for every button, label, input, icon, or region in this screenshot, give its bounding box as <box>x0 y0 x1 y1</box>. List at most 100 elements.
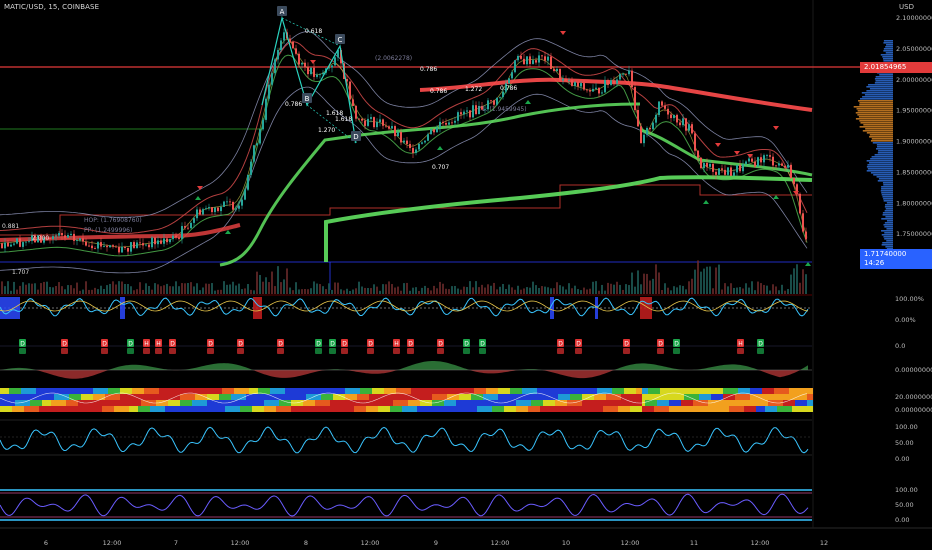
candle-body <box>598 87 600 94</box>
volume-bar <box>130 286 132 294</box>
candle-body <box>637 110 639 127</box>
heatmap-cell <box>288 394 291 400</box>
candle-body <box>559 68 561 81</box>
heatmap-cell <box>69 388 72 394</box>
heatmap-cell <box>807 388 810 394</box>
heatmap-cell <box>798 388 801 394</box>
heatmap-cell <box>306 388 309 394</box>
heatmap-cell <box>771 400 774 406</box>
volume-bar <box>127 284 129 294</box>
heatmap-cell <box>54 400 57 406</box>
heatmap-cell <box>96 388 99 394</box>
heatmap-cell <box>366 394 369 400</box>
heatmap-cell <box>717 388 720 394</box>
volume-bar <box>727 286 729 294</box>
volume-bar <box>220 289 222 294</box>
heatmap-cell <box>669 400 672 406</box>
heatmap-cell <box>636 388 639 394</box>
heatmap-cell <box>3 400 6 406</box>
candle-body <box>205 208 207 210</box>
candle-body <box>385 125 387 127</box>
signal-marker-box-small <box>437 348 444 354</box>
candle-body <box>409 143 411 149</box>
volume-bar <box>505 288 507 294</box>
heatmap-cell <box>648 388 651 394</box>
heatmap-cell <box>714 388 717 394</box>
heatmap-cell <box>51 400 54 406</box>
heatmap-cell <box>558 394 561 400</box>
heatmap-cell <box>729 394 732 400</box>
candle-body <box>304 62 306 68</box>
heatmap-cell <box>777 388 780 394</box>
level-label: (2.0062278) <box>375 55 412 62</box>
volume-bar <box>166 283 168 294</box>
heatmap-cell <box>582 406 585 412</box>
heatmap-cell <box>27 406 30 412</box>
candle-body <box>169 239 171 243</box>
volume-bar <box>196 283 198 294</box>
volume-bar <box>415 287 417 294</box>
fib-ratio-label: 0.786 <box>285 101 302 108</box>
heatmap-cell <box>84 406 87 412</box>
heatmap-cell <box>672 394 675 400</box>
volume-profile-bar <box>859 120 893 122</box>
volume-bar <box>787 288 789 294</box>
heatmap-cell <box>726 388 729 394</box>
heatmap-cell <box>576 400 579 406</box>
candle-body <box>706 162 708 167</box>
heatmap-cell <box>135 400 138 406</box>
heatmap-cell <box>699 400 702 406</box>
heatmap-cell <box>471 406 474 412</box>
heatmap-cell <box>420 394 423 400</box>
volume-bar <box>43 281 45 294</box>
candle-body <box>523 58 525 65</box>
heatmap-cell <box>804 388 807 394</box>
heatmap-cell <box>765 388 768 394</box>
candle-body <box>361 118 363 121</box>
volume-bar <box>544 286 546 294</box>
heatmap-cell <box>9 400 12 406</box>
heatmap-cell <box>108 400 111 406</box>
heatmap-cell <box>702 406 705 412</box>
volume-profile-bar <box>886 44 893 46</box>
volume-bar <box>718 264 720 294</box>
heatmap-cell <box>537 406 540 412</box>
heatmap-cell <box>306 406 309 412</box>
heatmap-cell <box>165 388 168 394</box>
heatmap-cell <box>333 400 336 406</box>
heatmap-cell <box>294 406 297 412</box>
time-axis-label: 12:00 <box>751 539 770 547</box>
volume-bar <box>4 286 6 294</box>
price-axis-label: 2.10000000 <box>896 14 932 22</box>
signal-marker-box-small <box>143 348 150 354</box>
heatmap-cell <box>66 400 69 406</box>
heatmap-cell <box>63 388 66 394</box>
heatmap-cell <box>528 406 531 412</box>
volume-profile-bar <box>859 102 893 104</box>
heatmap-cell <box>156 406 159 412</box>
heatmap-cell <box>462 394 465 400</box>
signal-marker-box-small <box>737 348 744 354</box>
chart-app[interactable]: A B C D 0.618 0.786 1.618 1.618 1.270 0.786 1.272 0… <box>0 0 932 550</box>
candle-body <box>73 233 75 241</box>
chart-canvas[interactable]: ABCD0.6180.7861.6181.6181.2700.7861.2720… <box>0 0 932 550</box>
heatmap-cell <box>366 388 369 394</box>
heatmap-cell <box>135 388 138 394</box>
candle-body <box>793 178 795 185</box>
heatmap-cell <box>324 394 327 400</box>
heatmap-cell <box>543 406 546 412</box>
volume-bar <box>151 289 153 294</box>
volume-bar <box>25 284 27 294</box>
heatmap-cell <box>282 406 285 412</box>
heatmap-cell <box>312 400 315 406</box>
signal-marker-text: D <box>330 341 335 348</box>
signal-marker-box-small <box>329 348 336 354</box>
heatmap-cell <box>252 406 255 412</box>
heatmap-cell <box>660 400 663 406</box>
candle-body <box>157 240 159 245</box>
heatmap-cell <box>426 394 429 400</box>
heatmap-cell <box>255 400 258 406</box>
heatmap-cell <box>90 388 93 394</box>
heatmap-cell <box>258 406 261 412</box>
heatmap-cell <box>336 406 339 412</box>
